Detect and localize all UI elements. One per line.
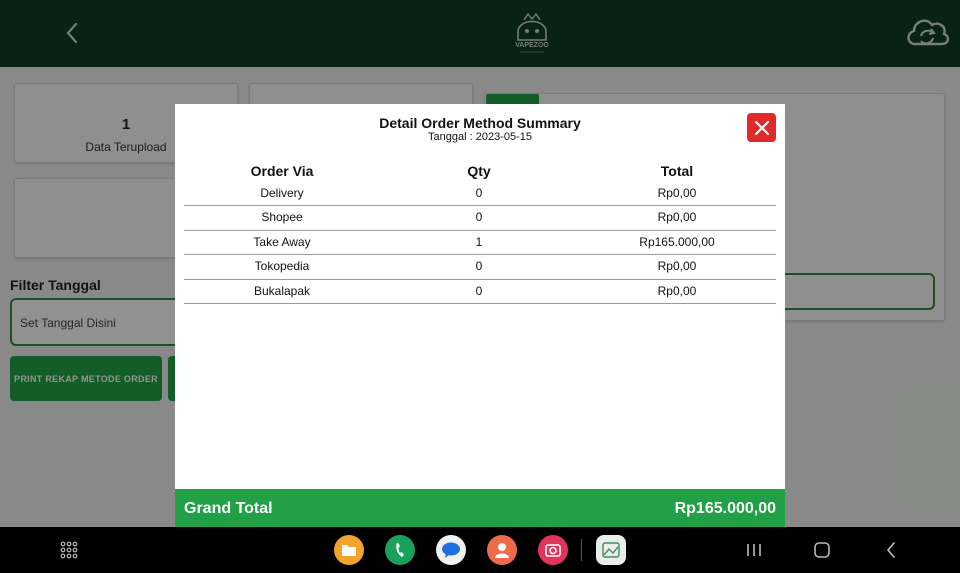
recent-apps-icon[interactable] <box>745 542 763 558</box>
header-total: Total <box>660 163 694 179</box>
cell-qty: 0 <box>475 210 483 225</box>
cell-qty: 0 <box>475 283 483 298</box>
phone-icon[interactable] <box>385 535 415 565</box>
cell-qty: 0 <box>475 186 483 200</box>
dialog-date: Tanggal : 2023-05-15 <box>428 131 532 143</box>
cell-total: Rp0,00 <box>657 259 697 274</box>
apps-grid-icon[interactable] <box>60 541 78 559</box>
gallery-icon[interactable] <box>596 535 626 565</box>
table-row: Tokopedia 0 Rp0,00 <box>184 255 776 280</box>
table-row: Delivery 0 Rp0,00 <box>184 182 776 207</box>
cell-order-via: Delivery <box>260 186 304 200</box>
grand-total-label: Grand Total <box>184 500 273 517</box>
files-icon[interactable] <box>334 535 364 565</box>
dialog-title: Detail Order Method Summary <box>379 115 581 131</box>
home-icon[interactable] <box>813 541 831 559</box>
camera-icon[interactable] <box>538 535 568 565</box>
modal-backdrop-top <box>0 0 960 67</box>
close-button[interactable] <box>747 113 776 142</box>
cell-total: Rp0,00 <box>657 210 697 225</box>
dock-divider <box>581 539 582 561</box>
table-row: Take Away 1 Rp165.000,00 <box>184 231 776 256</box>
cell-order-via: Tokopedia <box>254 259 310 274</box>
order-summary-dialog: Detail Order Method Summary Tanggal : 20… <box>175 104 785 527</box>
header-order-via: Order Via <box>250 163 314 179</box>
grand-total-value: Rp165.000,00 <box>674 500 776 517</box>
cell-order-via: Shopee <box>261 210 303 225</box>
header-qty: Qty <box>467 163 491 179</box>
table-row: Shopee 0 Rp0,00 <box>184 206 776 231</box>
cell-qty: 0 <box>475 259 483 274</box>
grand-total-bar: Grand Total Rp165.000,00 <box>175 489 785 527</box>
back-icon[interactable] <box>884 541 898 559</box>
cell-order-via: Bukalapak <box>253 283 311 298</box>
close-icon <box>754 120 769 135</box>
contacts-icon[interactable] <box>487 535 517 565</box>
cell-order-via: Take Away <box>253 234 311 249</box>
cell-total: Rp165.000,00 <box>639 234 715 249</box>
cell-qty: 1 <box>475 234 483 249</box>
messages-icon[interactable] <box>436 535 466 565</box>
cell-total: Rp0,00 <box>657 186 697 200</box>
order-table: Delivery 0 Rp0,00 Shopee 0 Rp0,00 Take A… <box>184 182 776 304</box>
cell-total: Rp0,00 <box>657 283 697 298</box>
table-row: Bukalapak 0 Rp0,00 <box>184 280 776 304</box>
system-nav-bar <box>0 527 960 573</box>
table-header: Order Via Qty Total <box>184 163 776 181</box>
